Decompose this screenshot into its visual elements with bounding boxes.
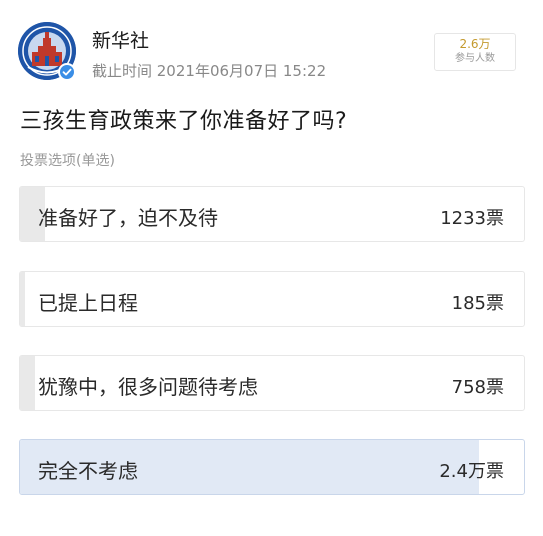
poll-option-1[interactable]: 准备好了，迫不及待 1233票 (19, 186, 525, 242)
poll-option-2[interactable]: 已提上日程 185票 (19, 271, 525, 327)
poll-option-3[interactable]: 犹豫中，很多问题待考虑 758票 (19, 355, 525, 411)
poll-option-4[interactable]: 完全不考虑 2.4万票 (19, 439, 525, 495)
option-vote-count: 758票 (451, 377, 504, 398)
option-vote-count: 2.4万票 (439, 461, 504, 482)
option-vote-count: 1233票 (440, 208, 504, 229)
option-label: 已提上日程 (38, 291, 138, 315)
vote-type-label: 投票选项(单选) (20, 153, 115, 169)
participants-label: 参与人数 (455, 53, 495, 64)
option-label: 犹豫中，很多问题待考虑 (38, 375, 258, 399)
poll-question: 三孩生育政策来了你准备好了吗? (20, 109, 348, 134)
account-name[interactable]: 新华社 (92, 26, 149, 53)
participants-badge: 2.6万 参与人数 (434, 33, 516, 71)
post-header: 新华社 截止时间 2021年06月07日 15:22 2.6万 参与人数 (0, 0, 543, 100)
vote-share-bar (20, 272, 26, 326)
verified-check-icon (58, 63, 76, 81)
option-vote-count: 185票 (451, 293, 504, 314)
participants-count: 2.6万 (459, 37, 491, 51)
option-label: 完全不考虑 (38, 459, 138, 483)
vote-share-bar (20, 356, 36, 410)
option-label: 准备好了，迫不及待 (38, 206, 218, 230)
poll-deadline: 截止时间 2021年06月07日 15:22 (92, 62, 327, 80)
